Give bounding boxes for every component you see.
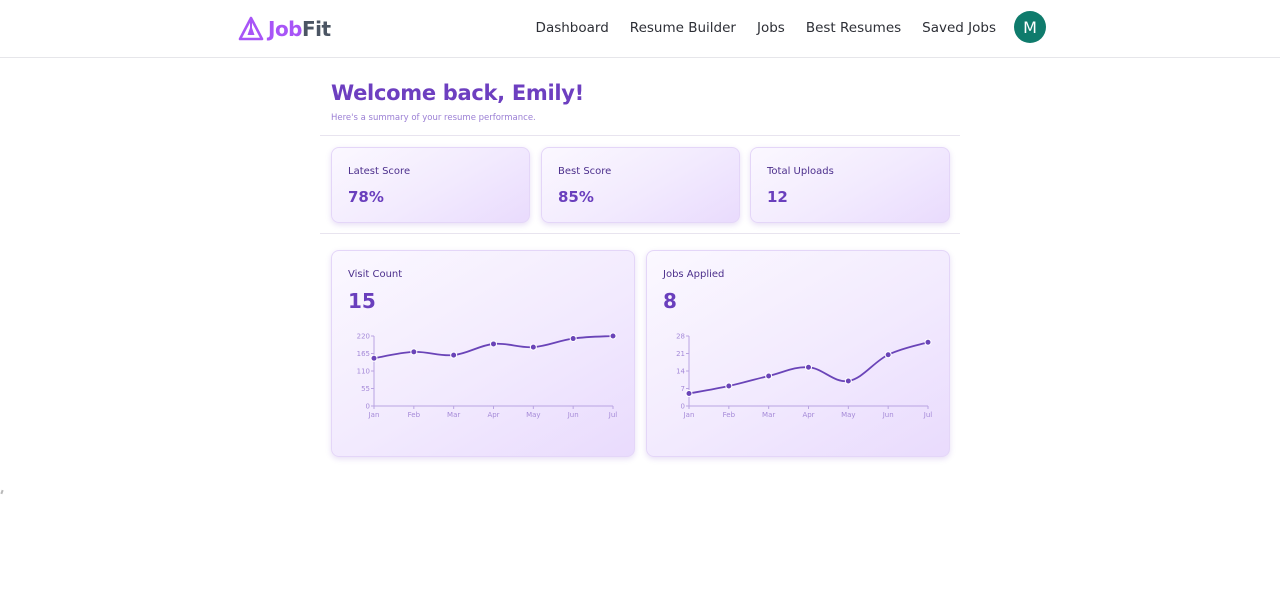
y-tick-label: 28 <box>676 333 685 341</box>
main-nav: Dashboard Resume Builder Jobs Best Resum… <box>536 20 996 36</box>
x-tick-label: Jul <box>608 411 618 419</box>
data-point <box>529 343 537 351</box>
x-tick-label: Jun <box>567 411 579 419</box>
data-point <box>924 338 932 346</box>
x-tick-label: Jun <box>882 411 894 419</box>
stat-value: 78% <box>348 188 384 206</box>
x-tick-label: Apr <box>487 411 499 419</box>
nav-link-jobs[interactable]: Jobs <box>757 20 785 36</box>
y-tick-label: 110 <box>357 368 370 376</box>
x-tick-label: Jan <box>683 411 695 419</box>
data-point <box>609 332 617 340</box>
y-tick-label: 21 <box>676 350 685 358</box>
y-tick-label: 220 <box>357 333 370 341</box>
x-tick-label: Mar <box>447 411 460 419</box>
nav-link-resume-builder[interactable]: Resume Builder <box>630 20 736 36</box>
visit-count-line-chart: 0 55 110 165 220 Jan Feb Mar Apr May Jun Jul <box>357 332 618 419</box>
data-point <box>450 351 458 359</box>
y-tick-label: 165 <box>357 350 370 358</box>
stat-card-total-uploads: Total Uploads 12 <box>750 147 950 223</box>
stat-label: Best Score <box>558 166 612 177</box>
y-tick-label: 7 <box>681 385 685 393</box>
user-avatar[interactable]: M <box>1014 11 1046 43</box>
stat-label: Latest Score <box>348 166 411 177</box>
page-subtitle: Here's a summary of your resume performa… <box>331 113 536 123</box>
chart-card-visit-count: Visit Count 15 0 55 110 165 220 Jan Feb Mar Apr M… <box>331 250 635 457</box>
stray-mark <box>0 489 4 495</box>
section-divider <box>320 135 960 136</box>
nav-link-saved-jobs[interactable]: Saved Jobs <box>922 20 996 36</box>
x-tick-label: Jan <box>368 411 380 419</box>
data-point <box>884 351 892 359</box>
data-point <box>725 382 733 390</box>
chart-card-jobs-applied: Jobs Applied 8 0 7 14 21 28 Jan Feb Mar Apr May Ju… <box>646 250 950 457</box>
brand-name-part1: Job <box>268 17 303 41</box>
data-point <box>685 390 693 397</box>
top-navbar: JobFit Dashboard Resume Builder Jobs Bes… <box>0 0 1280 58</box>
x-tick-label: May <box>841 411 855 419</box>
data-point <box>490 340 497 348</box>
x-tick-label: Feb <box>408 411 421 419</box>
stat-value: 12 <box>767 188 788 206</box>
y-tick-label: 55 <box>361 385 370 393</box>
data-point <box>765 372 773 380</box>
data-point <box>410 348 418 356</box>
data-point <box>805 363 812 371</box>
section-divider <box>320 233 960 234</box>
x-tick-label: Feb <box>723 411 736 419</box>
stat-card-best-score: Best Score 85% <box>541 147 740 223</box>
x-tick-label: May <box>526 411 540 419</box>
page-title: Welcome back, Emily! <box>331 81 584 105</box>
triangle-logo-icon <box>238 16 264 41</box>
y-tick-label: 14 <box>676 368 685 376</box>
brand-logo[interactable]: JobFit <box>238 15 331 43</box>
nav-link-best-resumes[interactable]: Best Resumes <box>806 20 901 36</box>
data-point <box>844 377 852 385</box>
x-tick-label: Mar <box>762 411 775 419</box>
data-point <box>370 354 378 362</box>
x-tick-label: Jul <box>923 411 933 419</box>
stat-label: Total Uploads <box>767 166 834 177</box>
brand-name-part2: Fit <box>302 17 331 41</box>
y-tick-label: 0 <box>366 403 370 411</box>
stat-card-latest-score: Latest Score 78% <box>331 147 530 223</box>
x-tick-label: Apr <box>802 411 814 419</box>
jobs-applied-line-chart: 0 7 14 21 28 Jan Feb Mar Apr May Jun Jul <box>676 333 933 420</box>
y-tick-label: 0 <box>681 403 685 411</box>
nav-link-dashboard[interactable]: Dashboard <box>536 20 609 36</box>
brand-name: JobFit <box>268 17 331 41</box>
stat-value: 85% <box>558 188 594 206</box>
data-point <box>569 335 577 343</box>
